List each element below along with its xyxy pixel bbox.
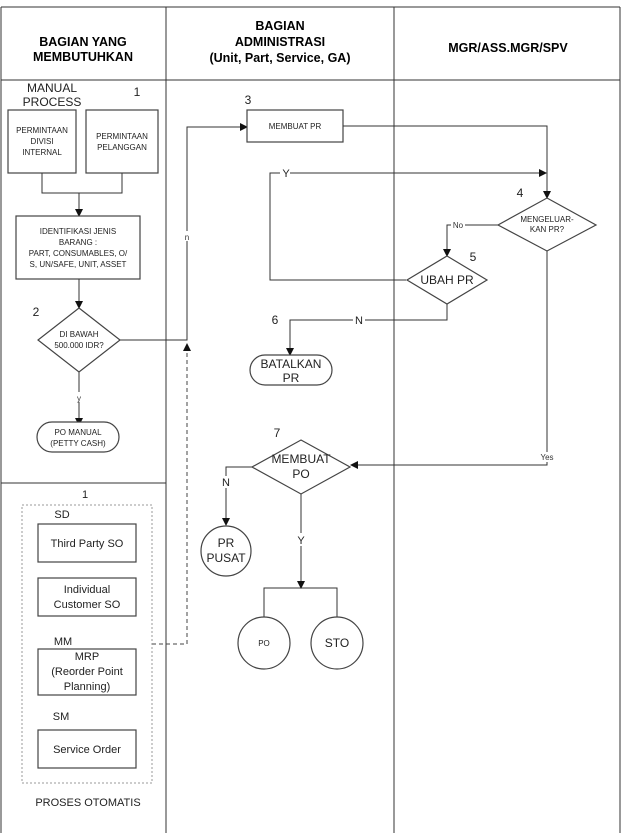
svg-text:S, UN/SAFE, UNIT, ASSET: S, UN/SAFE, UNIT, ASSET bbox=[30, 260, 127, 269]
step-number: 1 bbox=[134, 85, 141, 99]
svg-text:Customer SO: Customer SO bbox=[54, 599, 121, 611]
svg-text:DI BAWAH: DI BAWAH bbox=[60, 330, 99, 339]
header-line: MGR/ASS.MGR/SPV bbox=[448, 41, 568, 55]
box-service-order: Service Order bbox=[37, 729, 137, 769]
header-line: MEMBUTUHKAN bbox=[33, 50, 133, 64]
branch-label: N bbox=[355, 315, 363, 327]
step-number: 2 bbox=[33, 305, 40, 319]
arrow-n-pr-pusat bbox=[222, 466, 252, 526]
svg-text:BATALKAN: BATALKAN bbox=[261, 357, 322, 371]
svg-text:DIVISI: DIVISI bbox=[30, 137, 53, 146]
svg-text:PR: PR bbox=[218, 536, 235, 550]
manual-process-label: MANUAL bbox=[27, 81, 77, 95]
svg-text:MRP: MRP bbox=[75, 651, 99, 663]
box-individual-customer-so: Individual Customer SO bbox=[37, 577, 137, 617]
box-identifikasi: IDENTIFIKASI JENIS BARANG : PART, CONSUM… bbox=[15, 215, 141, 280]
circle-po: PO bbox=[237, 616, 291, 670]
svg-text:KAN PR?: KAN PR? bbox=[530, 225, 565, 234]
module-label: SD bbox=[54, 509, 69, 521]
svg-text:PART, CONSUMABLES, O/: PART, CONSUMABLES, O/ bbox=[29, 249, 128, 258]
svg-text:BARANG :: BARANG : bbox=[59, 238, 97, 247]
svg-text:UBAH PR: UBAH PR bbox=[420, 273, 474, 287]
box-membuat-pr: MEMBUAT PR bbox=[246, 109, 344, 143]
box-third-party-so: Third Party SO bbox=[37, 523, 137, 563]
svg-text:MEMBUAT PR: MEMBUAT PR bbox=[269, 122, 322, 131]
svg-text:Planning): Planning) bbox=[64, 681, 110, 693]
svg-text:PELANGGAN: PELANGGAN bbox=[97, 143, 147, 152]
svg-text:PUSAT: PUSAT bbox=[206, 551, 246, 565]
svg-text:(Reorder Point: (Reorder Point bbox=[51, 666, 123, 678]
svg-text:STO: STO bbox=[325, 636, 349, 650]
decision-membuat-po: MEMBUAT PO bbox=[250, 439, 352, 495]
step-number: 3 bbox=[245, 93, 252, 107]
merge-connector bbox=[41, 173, 123, 194]
branch-label: y bbox=[77, 394, 81, 403]
svg-text:INTERNAL: INTERNAL bbox=[22, 148, 62, 157]
step-number: 5 bbox=[470, 250, 477, 264]
terminator-batalkan-pr: BATALKAN PR bbox=[249, 354, 333, 386]
module-label: SM bbox=[53, 711, 70, 723]
lane-header-left: BAGIAN YANG MEMBUTUHKAN bbox=[33, 35, 133, 64]
svg-text:(PETTY CASH): (PETTY CASH) bbox=[50, 439, 106, 448]
branch-label: Y bbox=[282, 168, 290, 180]
box-permintaan-divisi: PERMINTAAN DIVISI INTERNAL bbox=[7, 109, 77, 174]
step-number: 4 bbox=[517, 186, 524, 200]
svg-text:Individual: Individual bbox=[64, 584, 110, 596]
arrow-n-batalkan bbox=[286, 304, 448, 356]
svg-text:PO MANUAL: PO MANUAL bbox=[54, 428, 102, 437]
svg-text:Service Order: Service Order bbox=[53, 744, 121, 756]
svg-text:PERMINTAAN: PERMINTAAN bbox=[16, 126, 68, 135]
header-line: BAGIAN YANG bbox=[39, 35, 127, 49]
branch-label: Yes bbox=[540, 453, 553, 462]
svg-text:PO: PO bbox=[292, 467, 309, 481]
svg-text:Third Party SO: Third Party SO bbox=[51, 538, 124, 550]
lane-header-middle: BAGIAN ADMINISTRASI (Unit, Part, Service… bbox=[209, 19, 350, 65]
branch-label: No bbox=[453, 221, 464, 230]
header-line: ADMINISTRASI bbox=[235, 35, 325, 49]
svg-text:MENGELUAR-: MENGELUAR- bbox=[520, 215, 574, 224]
decision-di-bawah: DI BAWAH 500.000 IDR? bbox=[37, 307, 121, 373]
svg-text:PO: PO bbox=[258, 639, 270, 648]
svg-text:PR: PR bbox=[283, 371, 300, 385]
auto-process-label: PROSES OTOMATIS bbox=[35, 797, 140, 809]
branch-connector bbox=[263, 587, 338, 618]
svg-text:500.000 IDR?: 500.000 IDR? bbox=[54, 341, 104, 350]
terminator-po-manual: PO MANUAL (PETTY CASH) bbox=[36, 421, 120, 453]
header-line: (Unit, Part, Service, GA) bbox=[209, 51, 350, 65]
header-line: BAGIAN bbox=[255, 19, 304, 33]
branch-label: N bbox=[222, 477, 230, 489]
lane-header-right: MGR/ASS.MGR/SPV bbox=[448, 41, 568, 55]
dashed-arrow-auto bbox=[152, 343, 191, 645]
svg-text:PERMINTAAN: PERMINTAAN bbox=[96, 132, 148, 141]
svg-text:MEMBUAT: MEMBUAT bbox=[271, 452, 331, 466]
module-label: MM bbox=[54, 636, 72, 648]
decision-mengeluarkan-pr: MENGELUAR- KAN PR? bbox=[496, 197, 598, 252]
box-permintaan-pelanggan: PERMINTAAN PELANGGAN bbox=[85, 109, 159, 174]
branch-label: n bbox=[185, 233, 189, 242]
box-mrp: MRP (Reorder Point Planning) bbox=[37, 648, 137, 696]
branch-label: Y bbox=[297, 535, 305, 547]
manual-process-label: PROCESS bbox=[23, 95, 82, 109]
step-number: 6 bbox=[272, 313, 279, 327]
step-number: 7 bbox=[274, 426, 281, 440]
circle-sto: STO bbox=[310, 616, 364, 670]
svg-text:IDENTIFIKASI JENIS: IDENTIFIKASI JENIS bbox=[40, 227, 116, 236]
flowchart: BAGIAN YANG MEMBUTUHKAN BAGIAN ADMINISTR… bbox=[0, 6, 621, 833]
step-number: 1 bbox=[82, 489, 88, 501]
circle-pr-pusat: PR PUSAT bbox=[200, 525, 252, 577]
